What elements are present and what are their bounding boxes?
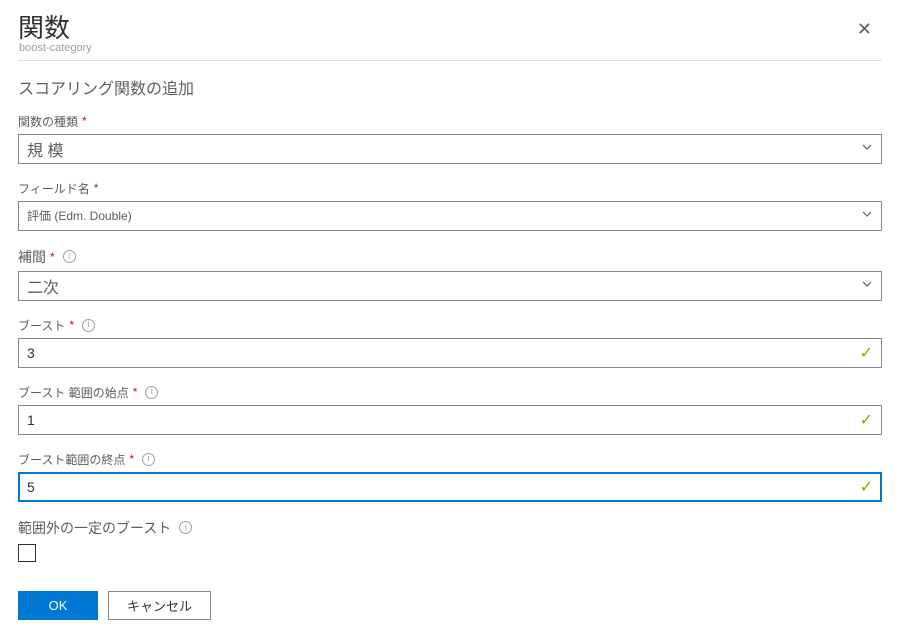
- field-interpolation: 補間 * i 二次: [18, 247, 882, 301]
- field-boost: ブースト * i ✓: [18, 317, 882, 368]
- section-title: スコアリング関数の追加: [18, 75, 882, 99]
- checkbox-constant-boost-outside[interactable]: [18, 544, 36, 562]
- input-boost[interactable]: [27, 345, 854, 361]
- info-icon[interactable]: i: [142, 453, 155, 466]
- title-block: 関数 boost-category: [18, 14, 92, 54]
- ok-button[interactable]: OK: [18, 591, 98, 620]
- select-field-name-value: 評価 (Edm. Double): [27, 207, 132, 224]
- label-boost: ブースト: [18, 317, 65, 334]
- checkmark-icon: ✓: [854, 477, 873, 497]
- select-interpolation-value: 二次: [27, 274, 59, 298]
- checkmark-icon: ✓: [854, 410, 873, 430]
- required-indicator: *: [50, 250, 55, 264]
- required-indicator: *: [133, 385, 138, 399]
- label-field-name: フィールド名: [18, 180, 90, 197]
- header-divider: [18, 60, 882, 61]
- info-icon[interactable]: i: [179, 521, 192, 534]
- field-function-type: 関数の種類 * 規 模: [18, 113, 882, 164]
- close-icon: ✕: [857, 19, 872, 39]
- input-boost-wrap: ✓: [18, 338, 882, 368]
- input-boost-range-start-wrap: ✓: [18, 405, 882, 435]
- info-icon[interactable]: i: [63, 250, 76, 263]
- select-function-type[interactable]: 規 模: [18, 134, 882, 164]
- info-icon[interactable]: i: [145, 386, 158, 399]
- required-indicator: *: [82, 114, 87, 128]
- input-boost-range-start[interactable]: [27, 412, 854, 428]
- label-interpolation: 補間: [18, 247, 46, 267]
- close-button[interactable]: ✕: [847, 14, 882, 44]
- select-function-type-value: 規 模: [27, 137, 63, 161]
- label-function-type: 関数の種類: [18, 113, 78, 130]
- label-boost-range-start: ブースト 範囲の始点: [18, 384, 129, 401]
- input-boost-range-end[interactable]: [27, 479, 854, 495]
- button-row: OK キャンセル: [18, 591, 882, 620]
- checkmark-icon: ✓: [854, 343, 873, 363]
- select-interpolation[interactable]: 二次: [18, 271, 882, 301]
- select-field-name[interactable]: 評価 (Edm. Double): [18, 201, 882, 231]
- label-boost-range-end: ブースト範囲の終点: [18, 451, 125, 468]
- chevron-down-icon: [861, 208, 873, 223]
- panel-header: 関数 boost-category ✕: [18, 14, 882, 54]
- field-field-name: フィールド名 * 評価 (Edm. Double): [18, 180, 882, 231]
- cancel-button[interactable]: キャンセル: [108, 591, 211, 620]
- field-constant-boost-outside: 範囲外の一定のブースト i: [18, 518, 882, 567]
- field-boost-range-start: ブースト 範囲の始点 * i ✓: [18, 384, 882, 435]
- page-title: 関数: [18, 14, 92, 44]
- info-icon[interactable]: i: [82, 319, 95, 332]
- input-boost-range-end-wrap: ✓: [18, 472, 882, 502]
- required-indicator: *: [94, 181, 99, 195]
- chevron-down-icon: [861, 140, 873, 158]
- label-constant-boost-outside: 範囲外の一定のブースト: [18, 518, 171, 538]
- page-subtitle: boost-category: [19, 42, 92, 54]
- required-indicator: *: [69, 318, 74, 332]
- field-boost-range-end: ブースト範囲の終点 * i ✓: [18, 451, 882, 502]
- chevron-down-icon: [861, 277, 873, 295]
- required-indicator: *: [129, 452, 134, 466]
